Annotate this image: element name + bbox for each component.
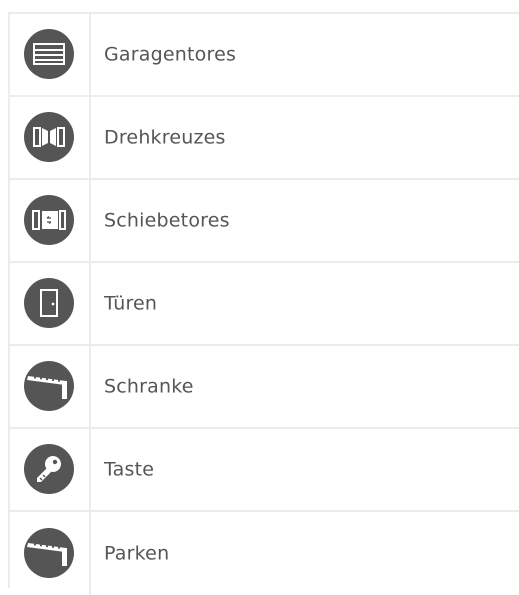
icon-cell bbox=[10, 14, 91, 95]
list-item-label: Schranke bbox=[104, 375, 194, 398]
list-item-label: Schiebetores bbox=[104, 209, 230, 232]
list-item-schiebetores[interactable]: Schiebetores bbox=[10, 180, 519, 263]
icon-cell bbox=[10, 346, 91, 427]
sliding-gate-icon bbox=[24, 194, 74, 245]
door-icon bbox=[24, 277, 74, 328]
icon-cell bbox=[10, 180, 91, 261]
list-item-label: Türen bbox=[104, 292, 158, 315]
icon-cell bbox=[10, 512, 91, 595]
list-item-schranke[interactable]: Schranke bbox=[10, 346, 519, 429]
list-item-drehkreuzes[interactable]: Drehkreuzes bbox=[10, 97, 519, 180]
list-item-label: Taste bbox=[104, 458, 155, 481]
device-type-list: Garagentores Drehkreuzes Schiebetores Tü… bbox=[8, 12, 519, 595]
list-item-label: Drehkreuzes bbox=[104, 126, 226, 149]
list-item-tueren[interactable]: Türen bbox=[10, 263, 519, 346]
icon-cell bbox=[10, 97, 91, 178]
swing-gate-icon bbox=[24, 111, 74, 162]
list-item-garagentores[interactable]: Garagentores bbox=[10, 14, 519, 97]
list-item-parken[interactable]: Parken bbox=[10, 512, 519, 595]
key-icon bbox=[24, 443, 74, 494]
parking-barrier-icon bbox=[24, 527, 74, 578]
list-item-label: Garagentores bbox=[104, 43, 237, 66]
icon-cell bbox=[10, 429, 91, 510]
icon-cell bbox=[10, 263, 91, 344]
garage-door-icon bbox=[24, 28, 74, 79]
list-item-label: Parken bbox=[104, 542, 170, 565]
barrier-icon bbox=[24, 360, 74, 411]
list-item-taste[interactable]: Taste bbox=[10, 429, 519, 512]
